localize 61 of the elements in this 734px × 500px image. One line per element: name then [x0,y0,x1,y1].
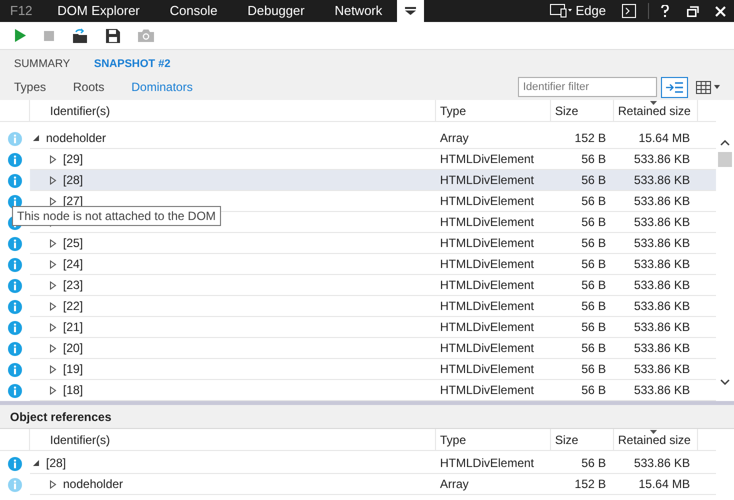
table-cell-text: 56 B [581,235,606,252]
table-cell-text: nodeholder [63,476,124,493]
table-cell-text: HTMLDivElement [440,214,534,231]
table-cell-text: HTMLDivElement [440,361,534,378]
table-cell-text: 56 B [581,319,606,336]
table-cell-text: 152 B [574,130,606,147]
table-cell-text: 533.86 KB [634,340,690,357]
tooltip: This node is not attached to the DOM [12,206,221,226]
table-cell-text: 15.64 MB [638,476,690,493]
table-cell-text: 56 B [581,214,606,231]
table-cell-text: HTMLDivElement [440,235,534,252]
table-cell-text: [21] [63,319,84,336]
table-cell-text: HTMLDivElement [440,172,534,189]
table-cell-text: HTMLDivElement [440,455,534,472]
table-cell-text: HTMLDivElement [440,256,534,273]
table-cell-text: [20] [63,340,84,357]
table-cell-text: 56 B [581,151,606,168]
table-cell-text: [24] [63,256,84,273]
panel-title: Object references [10,408,112,426]
table-cell-text: 533.86 KB [634,214,690,231]
table-cell-text: 56 B [581,361,606,378]
table-cell-text: 533.86 KB [634,151,690,168]
f12-label: F12 [9,2,34,20]
table-cell-text: 533.86 KB [634,277,690,294]
table-cell-text: 533.86 KB [634,319,690,336]
table-cell-text: 533.86 KB [634,361,690,378]
table-cell-text: [25] [63,235,84,252]
table-cell-text: [28] [46,455,66,472]
table-cell-text: 533.86 KB [634,235,690,252]
table-cell-text: HTMLDivElement [440,277,534,294]
table-cell-text: Array [440,130,469,147]
table-cell-text: 15.64 MB [638,130,690,147]
table-cell-text: nodeholder [46,130,106,147]
table-cell-text: [28] [63,172,84,189]
table-cell-text: 533.86 KB [634,172,690,189]
table-cell-text: HTMLDivElement [440,382,534,399]
table-cell-text: 533.86 KB [634,382,690,399]
table-cell-text: 56 B [581,340,606,357]
table-cell-text: [23] [63,277,84,294]
table-cell-text: 533.86 KB [634,193,690,210]
table-cell-text: 56 B [581,455,606,472]
table-cell-text: [22] [63,298,84,315]
table-cell-text: HTMLDivElement [440,319,534,336]
table-cell-text: 56 B [581,382,606,399]
table-cell-text: 56 B [581,298,606,315]
table-cell-text: HTMLDivElement [440,340,534,357]
table-cell-text: [18] [63,382,84,399]
table-cell-text: 56 B [581,277,606,294]
table-cell-text: Array [440,476,469,493]
table-cell-text: HTMLDivElement [440,298,534,315]
table-cell-text: [29] [63,151,84,168]
table-cell-text: 533.86 KB [634,298,690,315]
table-cell-text: 56 B [581,172,606,189]
table-cell-text: HTMLDivElement [440,193,534,210]
table-cell-text: 56 B [581,256,606,273]
table-cell-text: HTMLDivElement [440,151,534,168]
table-cell-text: 56 B [581,193,606,210]
table-cell-text: 533.86 KB [634,256,690,273]
table-cell-text: 533.86 KB [634,455,690,472]
table-cell-text: 152 B [574,476,606,493]
table-cell-text: [19] [63,361,84,378]
